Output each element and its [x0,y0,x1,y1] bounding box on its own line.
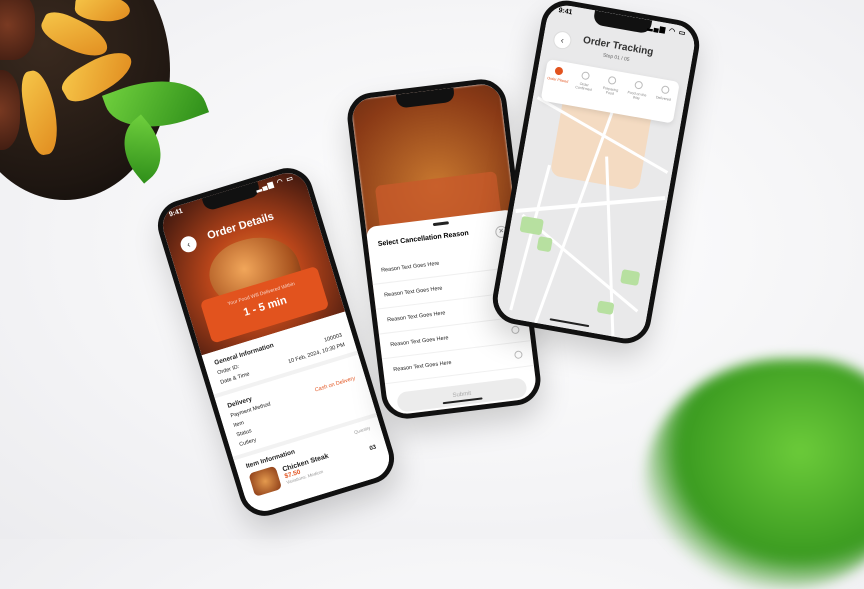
tracker-step: Preparing Food [599,75,624,98]
step-dot [633,80,644,90]
submit-button[interactable]: Submit [396,377,528,413]
item-label: Item [232,420,245,429]
radio-button[interactable] [510,325,520,335]
radio-button[interactable] [513,350,523,360]
reason-label: Reason Text Goes Here [389,335,449,349]
cutlery-label: Cutlery [238,437,258,449]
step-label: Food on the Way [627,90,647,101]
tracker-step: Order Confirmed [572,70,597,93]
map-park [596,300,615,316]
step-label: Preparing Food [602,85,619,96]
order-id-value: 100003 [323,332,343,344]
status-label: Status [235,428,253,439]
tracker-step: Delivered [652,84,676,103]
reason-label: Reason Text Goes Here [386,310,446,324]
item-quantity: 03 [368,444,378,453]
blurred-leaf [644,359,864,589]
sheet-handle[interactable] [432,221,450,227]
quantity-label: Quantity [353,425,371,436]
tracker-step: Food on the Way [625,79,650,102]
map-park [536,236,553,253]
reason-label: Reason Text Goes Here [383,285,443,299]
order-tracking-phone: 9:41 ▂▄▆ ◠ ▭ ‹ Order Tracking Step 01 / … [488,0,704,348]
step-label: Order Placed [547,76,569,84]
map-park [519,215,544,236]
step-dot [581,71,591,81]
step-label: Delivered [655,95,672,102]
reason-label: Reason Text Goes Here [380,260,440,274]
reason-label: Reason Text Goes Here [393,359,452,374]
step-label: Order Confirmed [574,81,592,92]
food-thumbnail [248,465,283,497]
step-dot [554,66,564,76]
map-park [620,269,641,286]
tracker-step: Order Placed [547,65,571,84]
step-dot [660,85,670,95]
step-dot [607,75,617,86]
